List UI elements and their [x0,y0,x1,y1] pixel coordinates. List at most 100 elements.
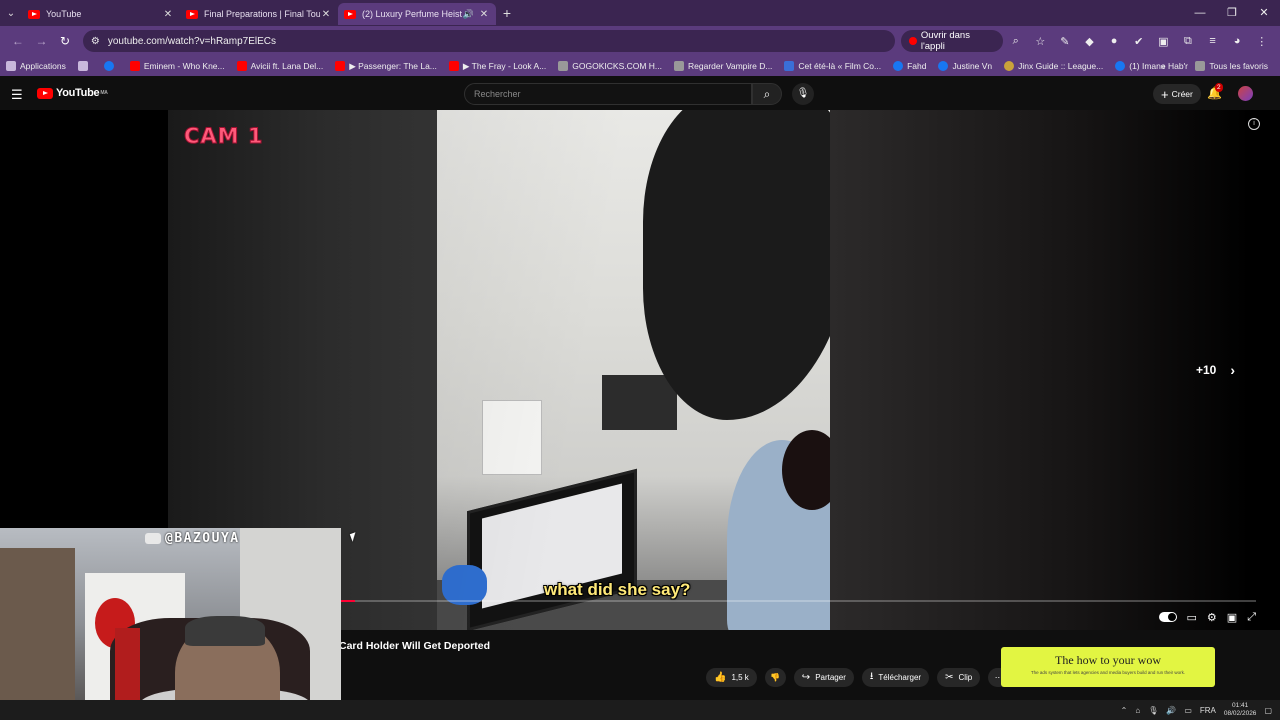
youtube-social-icon [145,533,161,544]
bookmark-the-fray[interactable]: ▶ The Fray - Look A... [448,61,546,72]
menu-hamburger-icon[interactable]: ☰ [11,87,23,103]
speaker-icon[interactable]: 🔊 [463,9,474,20]
progress-fill [341,600,355,602]
youtube-favicon-icon [186,9,198,19]
all-bookmarks-button[interactable]: Tous les favoris [1195,61,1268,71]
browser-tab-youtube[interactable]: YouTube ✕ [22,3,180,25]
share-button[interactable]: ↪ Partager [793,668,854,687]
bookmark-eminem[interactable]: Eminem - Who Kne... [129,61,225,71]
plus-icon: + [1161,86,1169,102]
forward-arrow-icon[interactable]: → [30,34,54,48]
subtitles-icon[interactable]: ▭ [1187,611,1197,624]
website-icon [784,61,795,71]
share-arrow-icon: ↪ [801,672,811,683]
tab-search-chevron-icon[interactable]: ⌄ [0,0,22,26]
browser-menu-icon[interactable]: ⋮ [1249,35,1274,48]
bookmark-avicii[interactable]: Avicii ft. Lana Del... [236,61,323,71]
battery-icon[interactable]: ▭ [1184,706,1192,715]
fullscreen-icon[interactable]: ⤢ [1247,611,1256,624]
avatar[interactable] [1238,86,1253,101]
video-subtitle: what did she say? [544,580,691,599]
like-button[interactable]: 👍 1,5 k [706,668,757,687]
microphone-icon: 🎙 [796,88,810,99]
info-icon[interactable]: i [1248,118,1260,130]
extension-icon[interactable]: ● [1102,35,1127,47]
zoom-icon[interactable]: ⌕ [1003,35,1028,48]
miniplayer-icon[interactable]: ▣ [1227,611,1237,624]
search-button[interactable]: ⌕ [752,83,782,105]
download-button[interactable]: ⭳ Télécharger [861,668,930,687]
bookmark-star-icon[interactable]: ☆ [1028,35,1053,48]
tab-title: Final Preparations | Final Touch [204,9,320,19]
bookmark-justine[interactable]: Justine Vn [938,61,992,71]
video-actions: 👍 1,5 k 👎 ↪ Partager ⭳ Télécharger ✂ Clip ⋯ [706,668,1010,687]
bookmark-facebook[interactable] [103,61,118,71]
reading-list-icon[interactable]: ≡ [1200,35,1225,47]
url-text: youtube.com/watch?v=hRamp7ElECs [107,35,276,47]
close-tab-icon[interactable]: ✕ [478,9,490,20]
language-indicator[interactable]: FRA [1200,706,1216,715]
streamer-cap [185,616,265,646]
volume-icon[interactable]: 🔊 [1166,706,1176,715]
create-button[interactable]: + Créer [1153,84,1201,104]
youtube-logo[interactable]: YouTube MA [37,87,108,99]
progress-bar[interactable] [341,600,1256,602]
clock-date: 08/02/2026 [1223,710,1257,717]
microphone-icon[interactable]: 🎙 [1148,706,1158,715]
new-tab-button[interactable]: + [496,5,518,21]
settings-gear-icon[interactable]: ⚙ [1207,611,1217,624]
youtube-icon [236,61,247,71]
bookmark-applications[interactable]: Applications [6,61,66,71]
browser-tab-perfume-heist[interactable]: (2) Luxury Perfume Heist at 🔊 ✕ [338,3,496,25]
extensions-puzzle-icon[interactable]: ⧉ [1176,35,1201,48]
bookmark-jinx-guide[interactable]: Jinx Guide :: League... [1004,61,1103,71]
bookmark-grid[interactable] [77,61,92,71]
profile-icon[interactable]: ◕ [1225,35,1250,47]
chevron-right-icon: › [1230,362,1236,378]
notification-center-icon[interactable]: ▢ [1264,706,1272,715]
browser-tab-bar: ⌄ YouTube ✕ Final Preparations | Final T… [0,0,1280,26]
dislike-button[interactable]: 👎 [764,668,786,687]
close-window-icon[interactable]: ✕ [1248,0,1280,26]
video-frame[interactable]: what did she say? [437,110,830,633]
notifications-button[interactable]: 🔔 2 [1207,83,1223,100]
minimize-icon[interactable]: — [1184,0,1216,26]
background-shelf [0,548,75,720]
clip-button[interactable]: ✂ Clip [937,668,981,687]
facebook-icon [1115,61,1126,71]
streamer-handle: @BAZOUYA [145,531,240,546]
extension-icon[interactable]: ▣ [1151,35,1176,48]
browser-tab-final-preparations[interactable]: Final Preparations | Final Touch ✕ [180,3,338,25]
chevron-up-icon[interactable]: ⌃ [1121,706,1128,715]
bookmark-gogokicks[interactable]: GOGOKICKS.COM H... [558,61,662,71]
extension-icon[interactable]: ✎ [1053,35,1078,48]
close-tab-icon[interactable]: ✕ [162,9,174,20]
clock[interactable]: 01:41 08/02/2026 [1224,702,1257,718]
site-info-icon[interactable]: ⚙ [91,36,100,47]
open-in-app-button[interactable]: Ouvrir dans l'appli [900,30,1004,52]
bookmark-cet-ete-la[interactable]: Cet été-là « Film Co... [784,61,881,71]
close-tab-icon[interactable]: ✕ [320,9,332,20]
next-videos-button[interactable]: +10 › [1196,362,1235,378]
thumbs-down-icon: 👎 [770,673,781,682]
search-icon: ⌕ [763,87,771,101]
voice-search-button[interactable]: 🎙 [792,83,814,105]
network-icon[interactable]: ⌂ [1135,706,1140,715]
notification-badge: 2 [1215,83,1223,92]
browser-toolbar: ← → ↻ ⚙ youtube.com/watch?v=hRamp7ElECs … [0,26,1280,56]
address-bar[interactable]: ⚙ youtube.com/watch?v=hRamp7ElECs [82,30,895,52]
autoplay-toggle[interactable] [1158,612,1177,622]
bookmark-fahd[interactable]: Fahd [893,61,926,71]
bookmark-passenger[interactable]: ▶ Passenger: The La... [335,61,437,72]
extension-icon[interactable]: ◆ [1077,35,1102,48]
bookmarks-overflow-button[interactable]: » [1161,61,1166,71]
search-input[interactable]: Rechercher [464,83,752,105]
back-arrow-icon[interactable]: ← [6,34,30,48]
reload-icon[interactable]: ↻ [53,34,77,48]
bookmark-vampire[interactable]: Regarder Vampire D... [674,61,772,71]
extension-check-icon[interactable]: ✔ [1126,35,1151,48]
apps-grid-icon [6,61,16,71]
sponsored-ad[interactable]: The how to your wow The ads system that … [1001,647,1215,687]
windows-taskbar: ⌃ ⌂ 🎙 🔊 ▭ FRA 01:41 08/02/2026 ▢ [0,700,1280,720]
restore-icon[interactable]: ❐ [1216,0,1248,26]
